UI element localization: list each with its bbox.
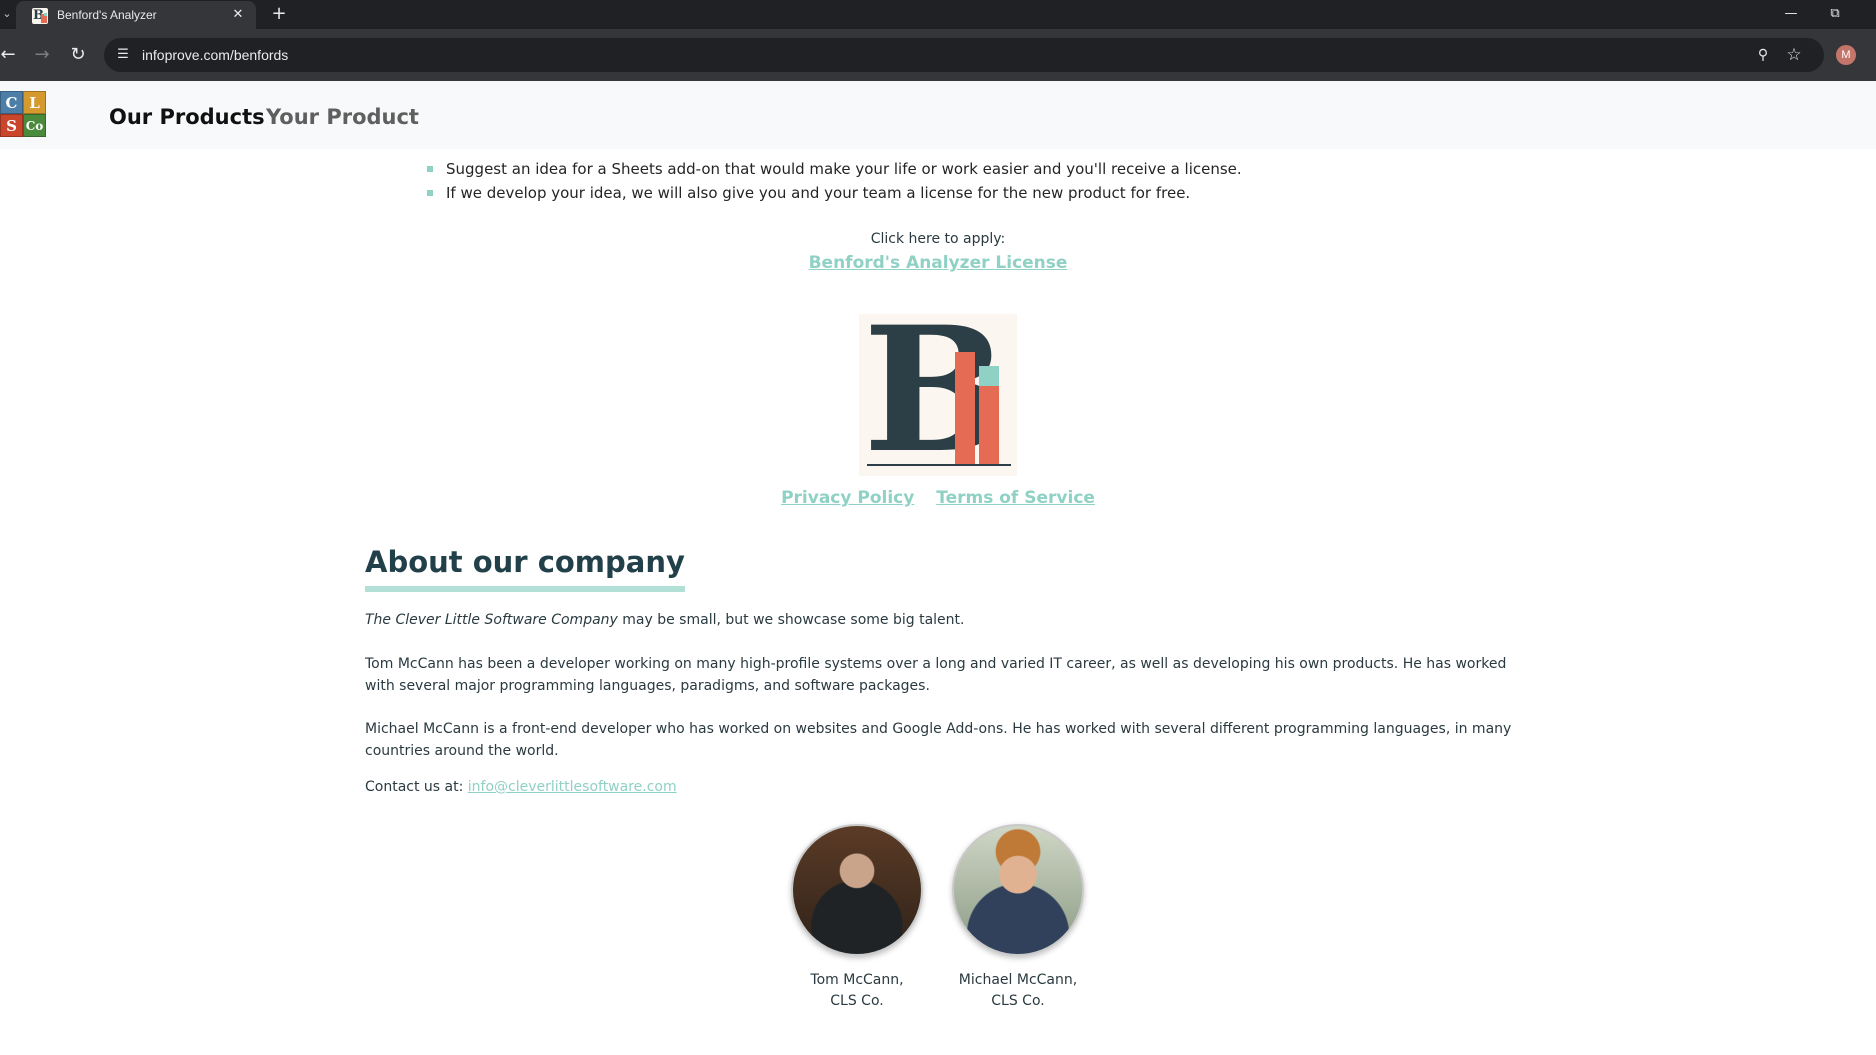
cls-co-logo[interactable]: C L S Co — [0, 91, 48, 139]
license-link-text[interactable]: Benford's Analyzer License — [809, 253, 1068, 273]
logo-bar-red — [955, 352, 975, 464]
logo-tile-l: L — [23, 91, 46, 114]
tom-mccann-photo — [791, 824, 923, 956]
browser-toolbar: ← → ↻ ☰ infoprove.com/benfords ⚲ ☆ M — [0, 29, 1876, 81]
contact-line: Contact us at: info@cleverlittlesoftware… — [365, 776, 1515, 798]
tab-close-icon[interactable]: ✕ — [230, 7, 246, 23]
tom-caption: Tom McCann, CLS Co. — [767, 970, 947, 1012]
contact-email-link[interactable]: info@cleverlittlesoftware.com — [468, 779, 677, 795]
address-bar[interactable]: ☰ infoprove.com/benfords ⚲ ☆ — [104, 38, 1824, 72]
nav-our-products[interactable]: Our Products — [109, 105, 265, 129]
logo-tile-c: C — [0, 91, 23, 114]
reload-icon[interactable]: ↻ — [66, 43, 90, 67]
benfords-analyzer-logo: B — [859, 314, 1017, 476]
site-header: C L S Co Our Products Your Product — [0, 81, 1876, 149]
person-name: Michael McCann, — [958, 972, 1078, 988]
nav-your-product[interactable]: Your Product — [266, 105, 419, 129]
list-item: If we develop your idea, we will also gi… — [424, 181, 1242, 205]
michael-mccann-photo — [952, 824, 1084, 956]
legal-links: Privacy Policy Terms of Service — [0, 488, 1876, 508]
new-tab-plus-icon[interactable]: + — [268, 3, 290, 25]
company-name: The Clever Little Software Company — [365, 612, 618, 628]
terms-of-service-link[interactable]: Terms of Service — [936, 488, 1095, 508]
logo-baseline — [867, 464, 1011, 466]
list-item-text: Suggest an idea for a Sheets add-on that… — [446, 160, 1242, 178]
bullet-square-icon — [427, 166, 433, 172]
license-apply-link: Benford's Analyzer License — [0, 253, 1876, 273]
benford-favicon-icon: B — [32, 8, 48, 24]
forward-arrow-icon[interactable]: → — [30, 43, 54, 67]
profile-avatar[interactable]: M — [1836, 45, 1856, 65]
zoom-magnifier-icon[interactable]: ⚲ — [1754, 46, 1772, 64]
site-info-tune-icon[interactable]: ☰ — [114, 46, 132, 64]
bullet-square-icon — [427, 190, 433, 196]
list-item: Suggest an idea for a Sheets add-on that… — [424, 157, 1242, 181]
contact-label: Contact us at: — [365, 779, 468, 795]
intro-text: may be small, but we showcase some big t… — [617, 612, 965, 628]
privacy-policy-link[interactable]: Privacy Policy — [781, 488, 914, 508]
person-org: CLS Co. — [830, 993, 884, 1009]
about-intro: The Clever Little Software Company may b… — [365, 609, 1515, 631]
person-name: Tom McCann, — [810, 972, 904, 988]
apply-label: Click here to apply: — [870, 231, 1006, 247]
back-arrow-icon[interactable]: ← — [0, 43, 20, 67]
tab-title: Benford's Analyzer — [57, 8, 157, 22]
browser-tab-strip: ⌄ B Benford's Analyzer ✕ + — ⧉ — [0, 0, 1876, 29]
url-text[interactable]: infoprove.com/benfords — [142, 38, 288, 72]
list-item-text: If we develop your idea, we will also gi… — [446, 184, 1191, 202]
tom-bio: Tom McCann has been a developer working … — [365, 656, 1507, 694]
page-content: Suggest an idea for a Sheets add-on that… — [0, 149, 1876, 1055]
bookmark-star-icon[interactable]: ☆ — [1784, 45, 1804, 65]
minimize-icon[interactable]: — — [1776, 4, 1806, 24]
browser-tab[interactable]: B Benford's Analyzer ✕ — [16, 1, 256, 29]
michael-caption: Michael McCann, CLS Co. — [928, 970, 1108, 1012]
restore-icon[interactable]: ⧉ — [1820, 4, 1850, 24]
michael-bio: Michael McCann is a front-end developer … — [365, 721, 1512, 759]
license-offer-list: Suggest an idea for a Sheets add-on that… — [424, 157, 1242, 205]
about-heading: About our company — [365, 544, 685, 592]
person-org: CLS Co. — [991, 993, 1045, 1009]
logo-bar-teal — [979, 366, 999, 386]
logo-tile-s: S — [0, 114, 23, 137]
tab-search-chevron-down-icon[interactable]: ⌄ — [0, 4, 14, 24]
logo-tile-co: Co — [23, 114, 46, 137]
